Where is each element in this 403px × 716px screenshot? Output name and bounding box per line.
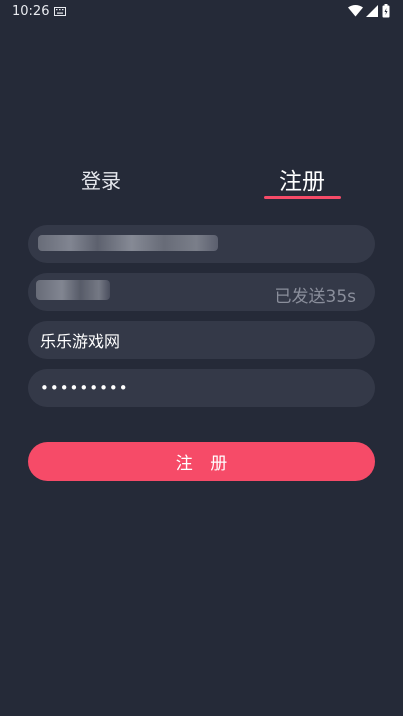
password-field[interactable] xyxy=(28,369,375,407)
redacted-verification-code xyxy=(36,280,110,300)
username-field[interactable] xyxy=(28,321,375,359)
tab-register[interactable]: 注册 xyxy=(279,162,325,196)
active-tab-indicator xyxy=(264,196,341,199)
status-time: 10:26 xyxy=(12,4,50,19)
auth-tabs: 登录 注册 xyxy=(0,160,403,200)
phone-field[interactable] xyxy=(28,225,375,263)
keyboard-icon xyxy=(54,7,66,16)
wifi-icon xyxy=(348,5,363,17)
sim-icon xyxy=(366,5,378,17)
username-input[interactable] xyxy=(40,321,270,359)
tab-login[interactable]: 登录 xyxy=(81,165,121,194)
battery-icon xyxy=(382,4,390,18)
password-input[interactable] xyxy=(40,369,270,407)
register-button[interactable]: 注 册 xyxy=(28,442,375,481)
verification-code-field[interactable]: 已发送35s xyxy=(28,273,375,311)
redacted-phone-number xyxy=(38,235,218,251)
status-bar: 10:26 xyxy=(0,0,403,24)
code-sent-countdown: 已发送35s xyxy=(274,287,357,307)
